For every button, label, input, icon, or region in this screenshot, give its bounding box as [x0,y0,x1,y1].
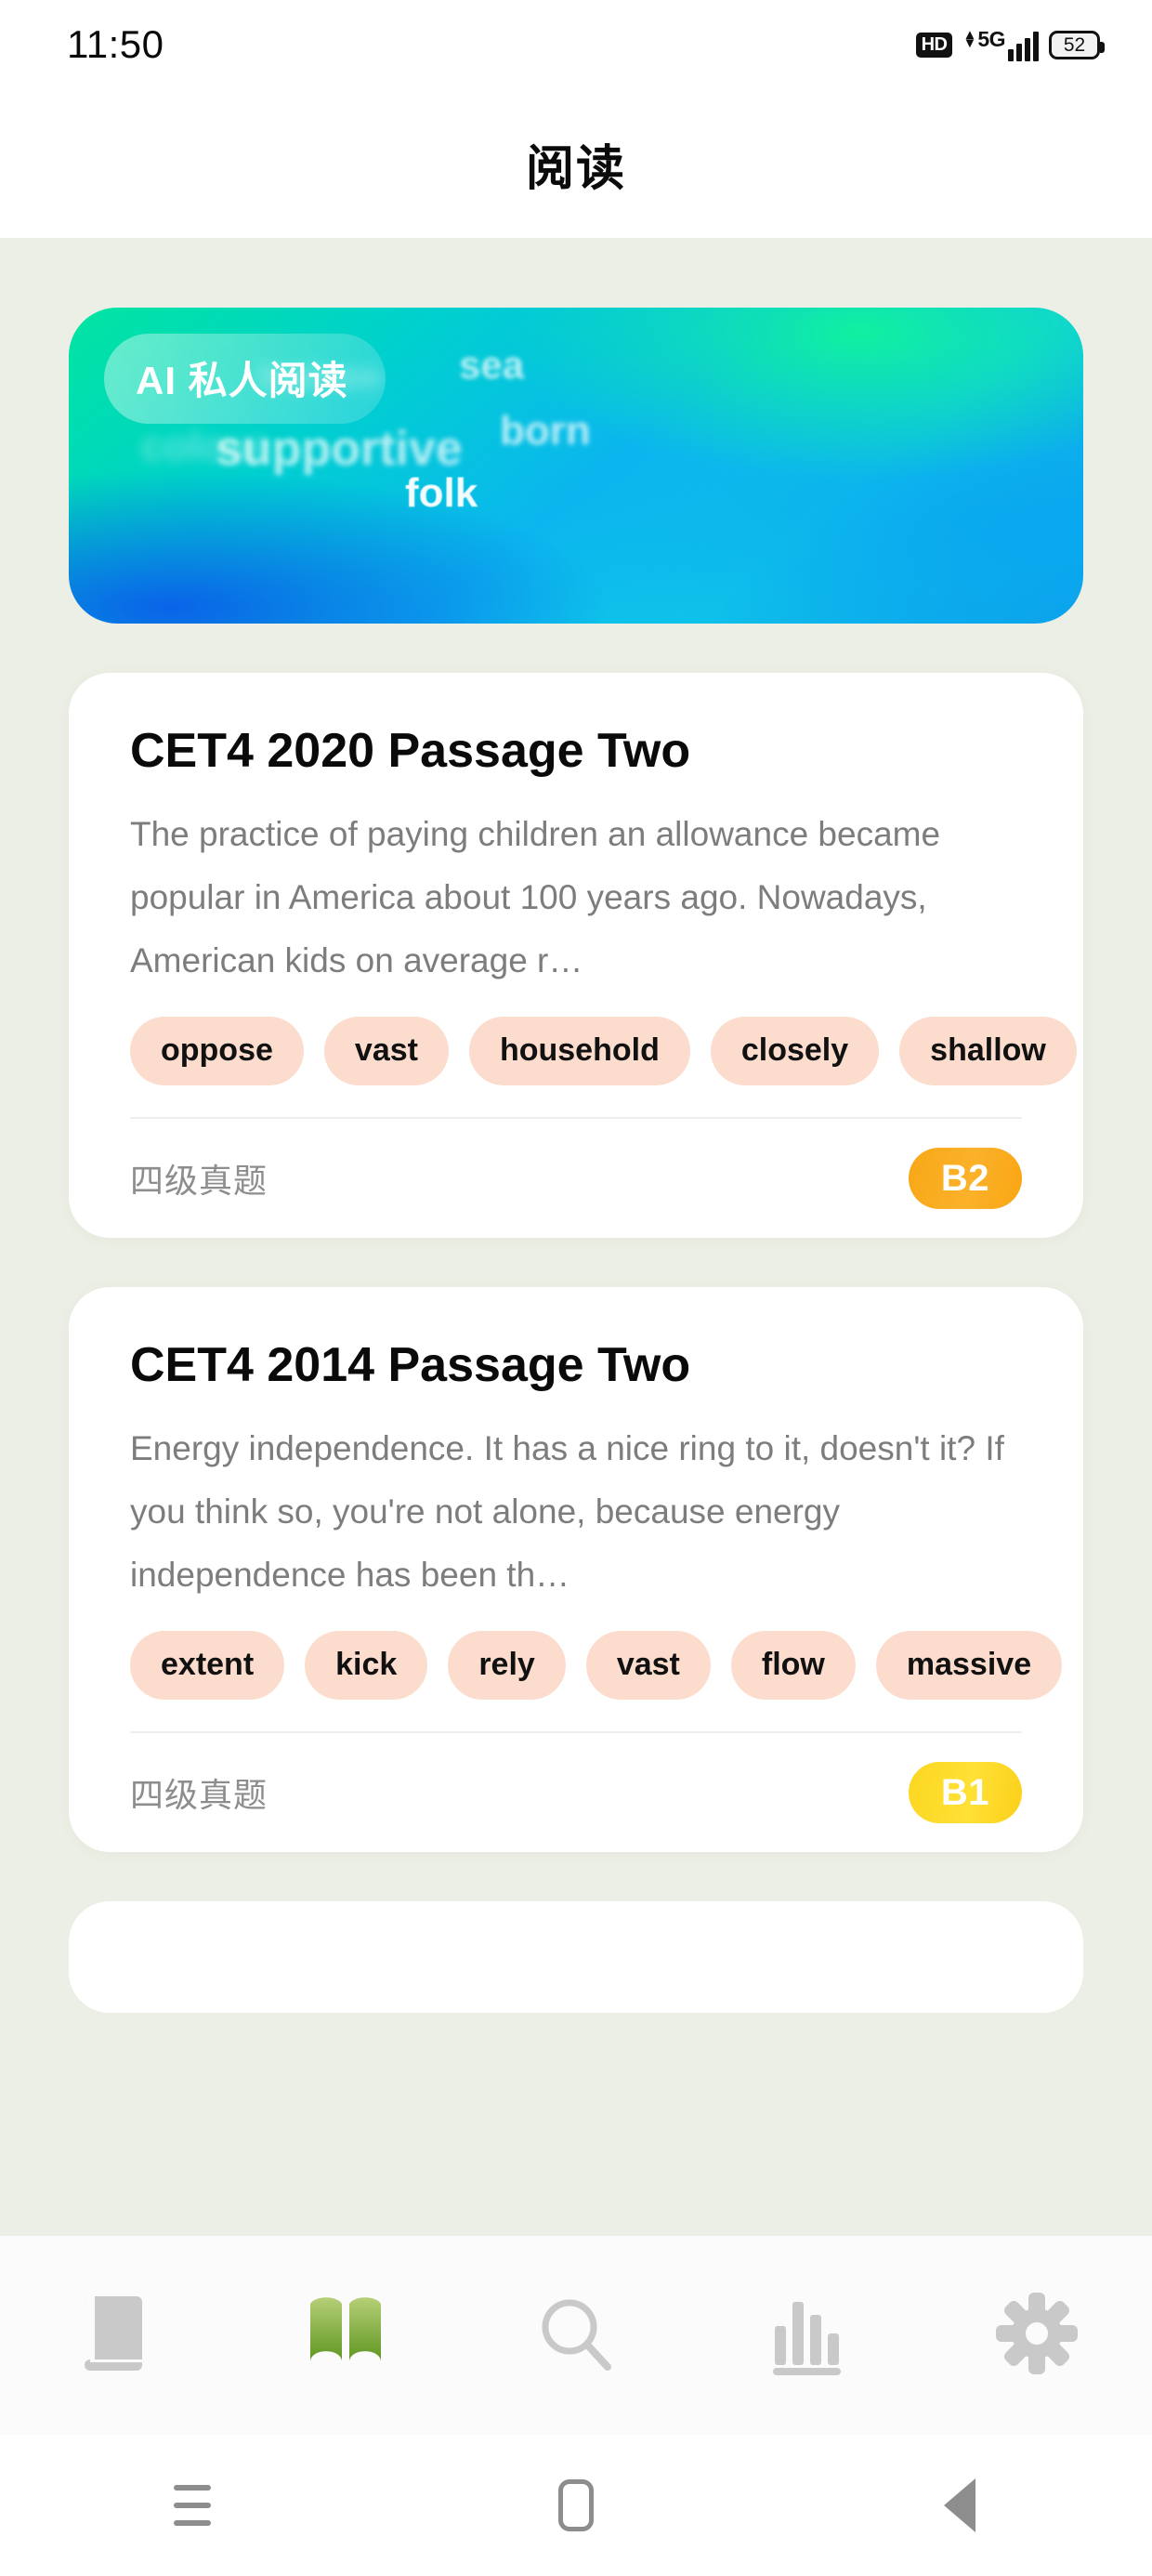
closed-book-icon [75,2289,155,2383]
card-footer: 四级真题 B2 [130,1119,1022,1238]
word-tag[interactable]: household [468,1017,690,1085]
word-tag[interactable]: rely [448,1631,566,1700]
tab-search[interactable] [461,2236,691,2435]
tab-library[interactable] [0,2236,230,2435]
android-nav-bar [0,2435,1152,2576]
word-tag[interactable]: oppose [130,1017,304,1085]
bar-chart-icon [764,2289,849,2383]
arrow-down-icon: ▼ [962,35,977,51]
passage-title: CET4 2014 Passage Two [130,1338,691,1392]
hd-icon: HD [915,32,953,58]
passage-card[interactable]: CET4 2020 Passage Two The practice of pa… [69,673,1083,1238]
word-tag[interactable]: kick [305,1631,428,1700]
network-label: 5G [977,26,1005,51]
ai-reading-banner[interactable]: trainee sea born colour supportive folk … [69,308,1083,624]
passage-source: 四级真题 [130,1162,268,1200]
bottom-tab-bar [0,2236,1152,2435]
gear-icon [992,2289,1081,2383]
signal-bars-icon [1008,31,1039,61]
back-icon [944,2478,976,2532]
banner-word: supportive [216,422,463,476]
back-button[interactable] [768,2478,1152,2532]
word-tag[interactable]: vast [585,1631,711,1700]
battery-icon: 52 [1049,30,1105,59]
ai-reading-pill[interactable]: AI 私人阅读 [104,334,386,424]
open-book-icon [303,2289,388,2383]
banner-word: born [500,408,591,453]
tab-statistics[interactable] [691,2236,922,2435]
page-title: 阅读 [525,141,626,196]
level-badge: B1 [909,1762,1022,1823]
app-header: 阅读 [0,89,1152,238]
card-footer: 四级真题 B1 [130,1733,1022,1852]
network-indicator: ▲ ▼ 5G [962,26,1039,61]
scroll-content[interactable]: trainee sea born colour supportive folk … [0,256,1152,2236]
tab-reading[interactable] [230,2236,461,2435]
passage-card[interactable]: CET4 2014 Passage Two Energy independenc… [69,1287,1083,1852]
banner-word: folk [405,470,478,516]
level-badge: B2 [909,1148,1022,1209]
tab-settings[interactable] [922,2236,1152,2435]
word-tag[interactable]: vast [323,1017,449,1085]
ai-reading-label: AI 私人阅读 [136,359,348,402]
passage-card-partial[interactable] [69,1901,1083,2013]
data-transfer-arrows-icon: ▲ ▼ [962,27,977,51]
word-tag[interactable]: shallow [899,1017,1077,1085]
phone-screen: 11:50 HD ▲ ▼ 5G 52 阅读 sea born colour su… [0,0,1152,2576]
battery-level: 52 [1063,33,1086,56]
banner-word: sea [459,343,525,387]
word-tag-row[interactable]: extent kick rely vast flow massive [69,1631,1083,1700]
word-tag[interactable]: massive [875,1631,1063,1700]
status-time: 11:50 [67,22,164,66]
status-bar: 11:50 HD ▲ ▼ 5G 52 [0,0,1152,89]
recents-icon [173,2485,211,2526]
word-tag-row[interactable]: oppose vast household closely shallow [69,1017,1083,1085]
5g-icon: ▲ ▼ 5G [962,26,1005,51]
passage-source: 四级真题 [130,1776,268,1814]
status-icons: HD ▲ ▼ 5G 52 [915,26,1105,61]
search-icon [531,2289,621,2383]
passage-title: CET4 2020 Passage Two [130,724,691,778]
recents-button[interactable] [0,2485,384,2526]
home-icon [557,2479,594,2531]
word-tag[interactable]: extent [130,1631,285,1700]
word-tag[interactable]: closely [710,1017,880,1085]
word-tag[interactable]: flow [730,1631,856,1700]
passage-excerpt: The practice of paying children an allow… [130,815,941,979]
passage-excerpt: Energy independence. It has a nice ring … [130,1429,1004,1594]
home-button[interactable] [384,2479,767,2531]
